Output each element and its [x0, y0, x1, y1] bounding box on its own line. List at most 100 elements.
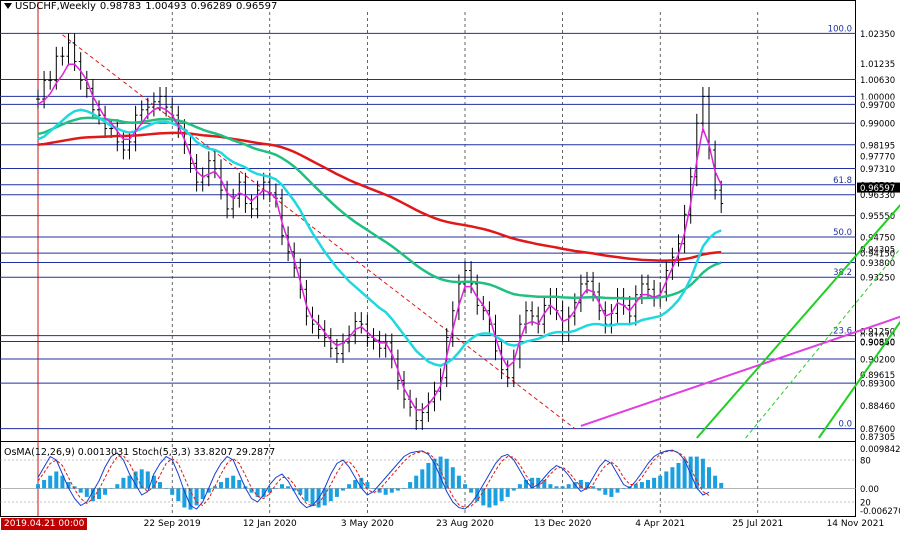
indicator-tick-label: 0.00	[860, 485, 879, 495]
osma-bar	[700, 458, 705, 489]
osma-bar	[310, 488, 315, 506]
fib-level-label: 61.8	[833, 176, 852, 186]
osma-bar	[145, 471, 150, 489]
osma-bar	[115, 484, 120, 489]
osma-bar	[255, 488, 260, 497]
osma-bar	[383, 488, 388, 495]
fib-level-label: 0.0	[838, 420, 852, 430]
price-level-label: 0.98195	[860, 141, 895, 151]
osma-bar	[566, 484, 571, 489]
osma-bar	[176, 488, 181, 502]
osma-bar	[395, 488, 400, 491]
low-value: 0.96289	[190, 1, 232, 12]
x-tick-label: 22 Sep 2019	[144, 519, 201, 529]
osma-bar	[286, 486, 291, 489]
osma-bar	[42, 479, 47, 489]
x-tick-label: 13 Dec 2020	[534, 519, 592, 529]
y-tick-label: 0.97770	[860, 153, 895, 163]
fib-level-label: 50.0	[833, 228, 852, 238]
price-level-label: 0.99700	[860, 101, 895, 111]
current-price-label: 0.96597	[860, 184, 895, 194]
open-value: 0.98783	[99, 1, 142, 12]
x-tick-label: 4 Apr 2021	[635, 519, 685, 529]
chevron-down-icon[interactable]	[4, 3, 12, 9]
price-level-label: 1.00630	[860, 76, 895, 86]
symbol-label: USDCHF,Weekly	[15, 1, 96, 12]
indicator-tick-label: 80	[860, 457, 871, 467]
osma-bar	[450, 467, 455, 489]
osma-bar	[548, 484, 553, 489]
x-tick-label: 14 Nov 2021	[827, 519, 885, 529]
osma-value: 0.0013031	[77, 447, 130, 458]
osma-bar	[517, 484, 522, 489]
fib-retracement-diagonal	[62, 34, 576, 430]
osma-bar	[219, 482, 223, 489]
osma-bar	[402, 488, 406, 489]
stoch-label: Stoch(5,3,3)	[132, 447, 191, 458]
y-tick-label: 0.87305	[860, 433, 895, 443]
osma-bar	[328, 488, 333, 502]
osma-bar	[334, 488, 339, 497]
osma-bar	[511, 488, 516, 491]
osma-bar	[591, 486, 596, 489]
plot-frame	[0, 0, 856, 517]
osma-bar	[719, 482, 724, 489]
stoch-signal-line	[37, 450, 710, 509]
y-tick-label: 0.88460	[860, 402, 895, 412]
osma-bar	[463, 484, 467, 489]
osma-bar	[646, 479, 650, 489]
osma-bar	[456, 475, 461, 489]
osma-bar	[408, 482, 413, 489]
osma-bar	[109, 488, 114, 489]
osma-bar	[36, 484, 40, 489]
osma-bar	[420, 469, 425, 489]
close-value: 0.96597	[235, 1, 278, 12]
osma-bar	[621, 488, 626, 489]
osma-bar	[127, 475, 132, 489]
x-tick-label: 3 May 2020	[341, 519, 394, 529]
price-level-label: 0.94750	[860, 234, 895, 244]
osma-bar	[487, 488, 492, 508]
osma-bar	[414, 475, 419, 489]
price-level-label: 0.97310	[860, 165, 895, 175]
osma-bar	[298, 488, 303, 495]
osma-bar	[139, 469, 144, 489]
stoch-main-value: 33.8207	[193, 447, 233, 458]
fib-level-label: 100.0	[828, 24, 852, 34]
osma-bar	[353, 479, 358, 489]
osma-bar	[609, 488, 614, 497]
osma-bar	[688, 456, 693, 489]
indicator-tick-label: 0.0098429	[860, 445, 900, 455]
osma-bar	[54, 471, 59, 489]
osma-bar	[664, 471, 669, 489]
osma-bar	[280, 484, 284, 489]
price-level-label: 1.02350	[860, 30, 895, 40]
osma-bar	[84, 488, 89, 497]
osma-bar	[237, 479, 242, 489]
osma-bar	[499, 488, 504, 502]
osma-bar	[170, 488, 175, 495]
osma-bar	[48, 475, 53, 489]
osma-bar	[121, 477, 126, 489]
price-level-label: 0.99000	[860, 120, 895, 130]
y-tick-label: 0.90840	[860, 338, 895, 348]
osma-bar	[560, 486, 565, 489]
osma-bar	[103, 488, 108, 495]
osma-bar	[304, 488, 309, 502]
osma-bar	[389, 488, 394, 493]
osma-bar	[133, 471, 138, 489]
osma-bar	[78, 488, 83, 493]
osma-bar	[347, 484, 352, 489]
y-tick-label: 1.01235	[860, 60, 895, 70]
stoch-signal-value: 29.2877	[235, 447, 276, 458]
osma-bar	[505, 488, 510, 497]
osma-bar	[469, 488, 474, 493]
indicator-header: OsMA(12,26,9) 0.0013031 Stoch(5,3,3) 33.820…	[4, 447, 278, 458]
osma-bar	[676, 462, 681, 489]
osma-bar	[341, 488, 345, 491]
price-level-label: 0.93800	[860, 259, 895, 269]
osma-bar	[481, 488, 486, 506]
osma-bar	[554, 486, 559, 489]
osma-bar	[652, 477, 657, 489]
osma-bar	[231, 475, 236, 489]
